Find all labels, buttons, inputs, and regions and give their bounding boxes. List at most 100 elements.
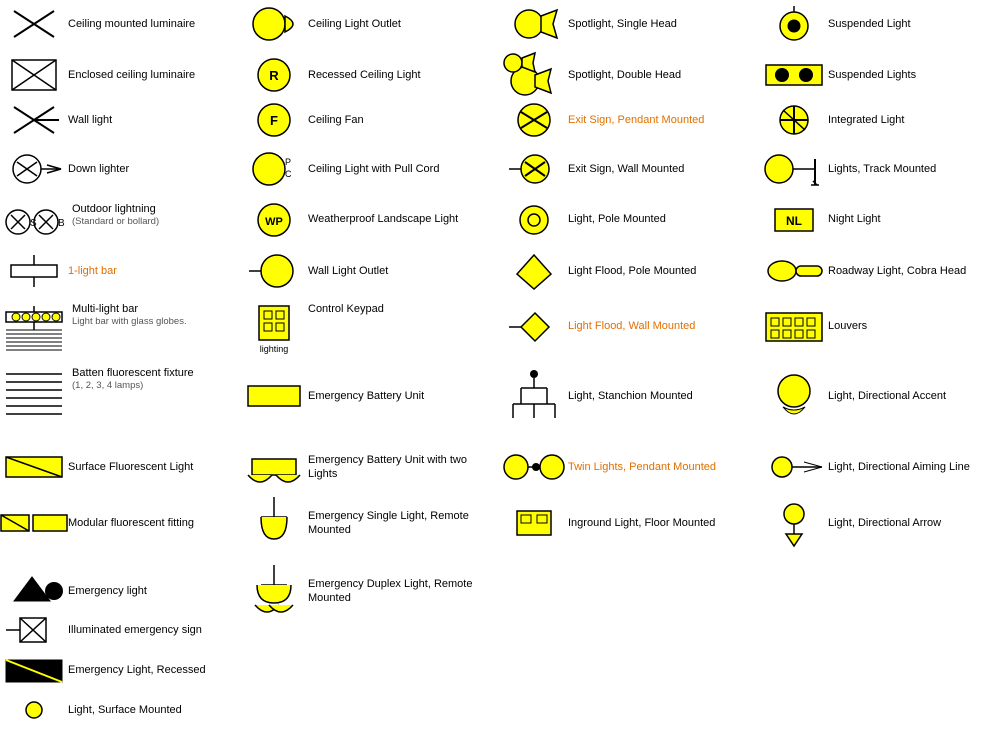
ceiling-fan-label: Ceiling Fan [304,113,364,127]
multi-light-bar-symbol [4,302,64,354]
enclosed-ceiling-luminaire-symbol [4,57,64,93]
modular-fluorescent-item: Modular fluorescent fitting [0,492,240,554]
recessed-ceiling-light-item: R Recessed Ceiling Light [240,50,500,100]
ceiling-fan-item: F Ceiling Fan [240,98,500,142]
suspended-lights-symbol [764,57,824,93]
emergency-battery-two-label: Emergency Battery Unit with two Lights [304,453,496,482]
outdoor-lightning-label: Outdoor lightning [68,202,159,216]
svg-text:R: R [269,68,279,83]
lights-track-mounted-label: Lights, Track Mounted [824,162,936,176]
spotlight-double-head-symbol [504,53,564,97]
recessed-ceiling-light-symbol: R [244,57,304,93]
outdoor-lightning-label-block: Outdoor lightning (Standard or bollard) [64,202,159,229]
svg-text:C: C [285,169,292,179]
louvers-label: Louvers [824,319,867,333]
suspended-lights-label: Suspended Lights [824,68,916,82]
emergency-battery-two-symbol [244,445,304,489]
light-directional-aiming-label: Light, Directional Aiming Line [824,460,970,474]
exit-sign-pendant-label: Exit Sign, Pendant Mounted [564,113,704,127]
suspended-lights-item: Suspended Lights [760,50,1001,100]
roadway-light-cobra-item: Roadway Light, Cobra Head [760,248,1001,294]
emergency-single-light-symbol [244,495,304,551]
ceiling-light-pull-cord-symbol: P C [244,151,304,187]
light-stanchion-item: Light, Stanchion Mounted [500,360,760,432]
outdoor-lightning-sublabel: (Standard or bollard) [68,216,159,228]
louvers-item: Louvers [760,296,1001,357]
enclosed-ceiling-luminaire-item: Enclosed ceiling luminaire [0,50,240,100]
emergency-battery-symbol [244,380,304,412]
light-directional-aiming-item: Light, Directional Aiming Line [760,438,1001,496]
recessed-ceiling-light-label: Recessed Ceiling Light [304,68,421,82]
surface-fluorescent-label: Surface Fluorescent Light [64,460,193,474]
down-lighter-item: Down lighter [0,146,240,192]
ceiling-mounted-luminaire-label: Ceiling mounted luminaire [64,17,195,31]
light-pole-mounted-item: Light, Pole Mounted [500,196,760,243]
enclosed-ceiling-luminaire-label: Enclosed ceiling luminaire [64,68,195,82]
batten-fluorescent-sublabel: (1, 2, 3, 4 lamps) [68,380,194,392]
ceiling-light-outlet-label: Ceiling Light Outlet [304,17,401,31]
weatherproof-landscape-item: WP Weatherproof Landscape Light [240,196,500,243]
twin-lights-pendant-label: Twin Lights, Pendant Mounted [564,460,716,474]
emergency-battery-label: Emergency Battery Unit [304,389,424,403]
ceiling-mounted-luminaire-symbol [4,6,64,42]
surface-fluorescent-symbol [4,449,64,485]
integrated-light-label: Integrated Light [824,113,904,127]
spotlight-double-head-item: Spotlight, Double Head [500,50,760,100]
wall-light-symbol [4,102,64,138]
inground-light-symbol [504,505,564,541]
light-flood-pole-label: Light Flood, Pole Mounted [564,264,696,278]
light-stanchion-label: Light, Stanchion Mounted [564,389,693,403]
exit-sign-pendant-item: Exit Sign, Pendant Mounted [500,98,760,142]
light-flood-wall-item: Light Flood, Wall Mounted [500,296,760,357]
control-keypad-label: Control Keypad [304,302,384,316]
light-flood-pole-symbol [504,251,564,291]
wall-light-outlet-item: Wall Light Outlet [240,248,500,294]
roadway-light-cobra-label: Roadway Light, Cobra Head [824,264,966,278]
inground-light-item: Inground Light, Floor Mounted [500,492,760,554]
light-flood-wall-symbol [504,307,564,347]
svg-text:F: F [270,113,278,128]
spotlight-single-head-item: Spotlight, Single Head [500,2,760,46]
emergency-light-label: Emergency light [64,584,147,598]
light-directional-accent-label: Light, Directional Accent [824,389,946,403]
twin-lights-pendant-symbol [504,449,564,485]
down-lighter-symbol [4,151,64,187]
emergency-single-light-label: Emergency Single Light, Remote Mounted [304,509,496,538]
integrated-light-item: Integrated Light [760,98,1001,142]
1-light-bar-label: 1-light bar [64,264,117,278]
wall-light-outlet-label: Wall Light Outlet [304,264,388,278]
emergency-light-symbol [4,573,64,609]
light-pole-mounted-label: Light, Pole Mounted [564,212,666,226]
ceiling-fan-symbol: F [244,102,304,138]
emergency-battery-item: Emergency Battery Unit [240,360,500,432]
illuminated-emergency-symbol [4,612,64,648]
light-directional-arrow-label: Light, Directional Arrow [824,516,941,530]
batten-fluorescent-symbol [4,366,64,424]
1-light-bar-item: 1-light bar [0,248,240,294]
weatherproof-landscape-label: Weatherproof Landscape Light [304,212,458,226]
lights-track-mounted-item: Lights, Track Mounted [760,146,1001,192]
night-light-symbol: NL [764,205,824,235]
roadway-light-cobra-symbol [764,256,824,286]
batten-fluorescent-label: Batten fluorescent fixture [68,366,194,380]
night-light-label: Night Light [824,212,881,226]
night-light-item: NL Night Light [760,196,1001,243]
down-lighter-label: Down lighter [64,162,129,176]
control-keypad-item: lighting Control Keypad [240,296,500,357]
multi-light-bar-label: Multi-light bar [68,302,187,316]
svg-text:lighting: lighting [260,344,289,354]
weatherproof-landscape-symbol: WP [244,202,304,238]
modular-fluorescent-label: Modular fluorescent fitting [64,516,194,530]
light-surface-mounted-item: Light, Surface Mounted [0,688,240,732]
light-directional-accent-item: Light, Directional Accent [760,360,1001,432]
outdoor-lightning-item: S B Outdoor lightning (Standard or bolla… [0,196,240,243]
light-surface-mounted-symbol [4,701,64,719]
light-surface-mounted-label: Light, Surface Mounted [64,703,182,717]
light-directional-aiming-symbol [764,452,824,482]
emergency-duplex-label: Emergency Duplex Light, Remote Mounted [304,577,496,606]
louvers-symbol [764,309,824,345]
suspended-light-item: Suspended Light [760,2,1001,46]
suspended-light-symbol [764,6,824,42]
wall-light-outlet-symbol [244,253,304,289]
light-pole-mounted-symbol [504,202,564,238]
